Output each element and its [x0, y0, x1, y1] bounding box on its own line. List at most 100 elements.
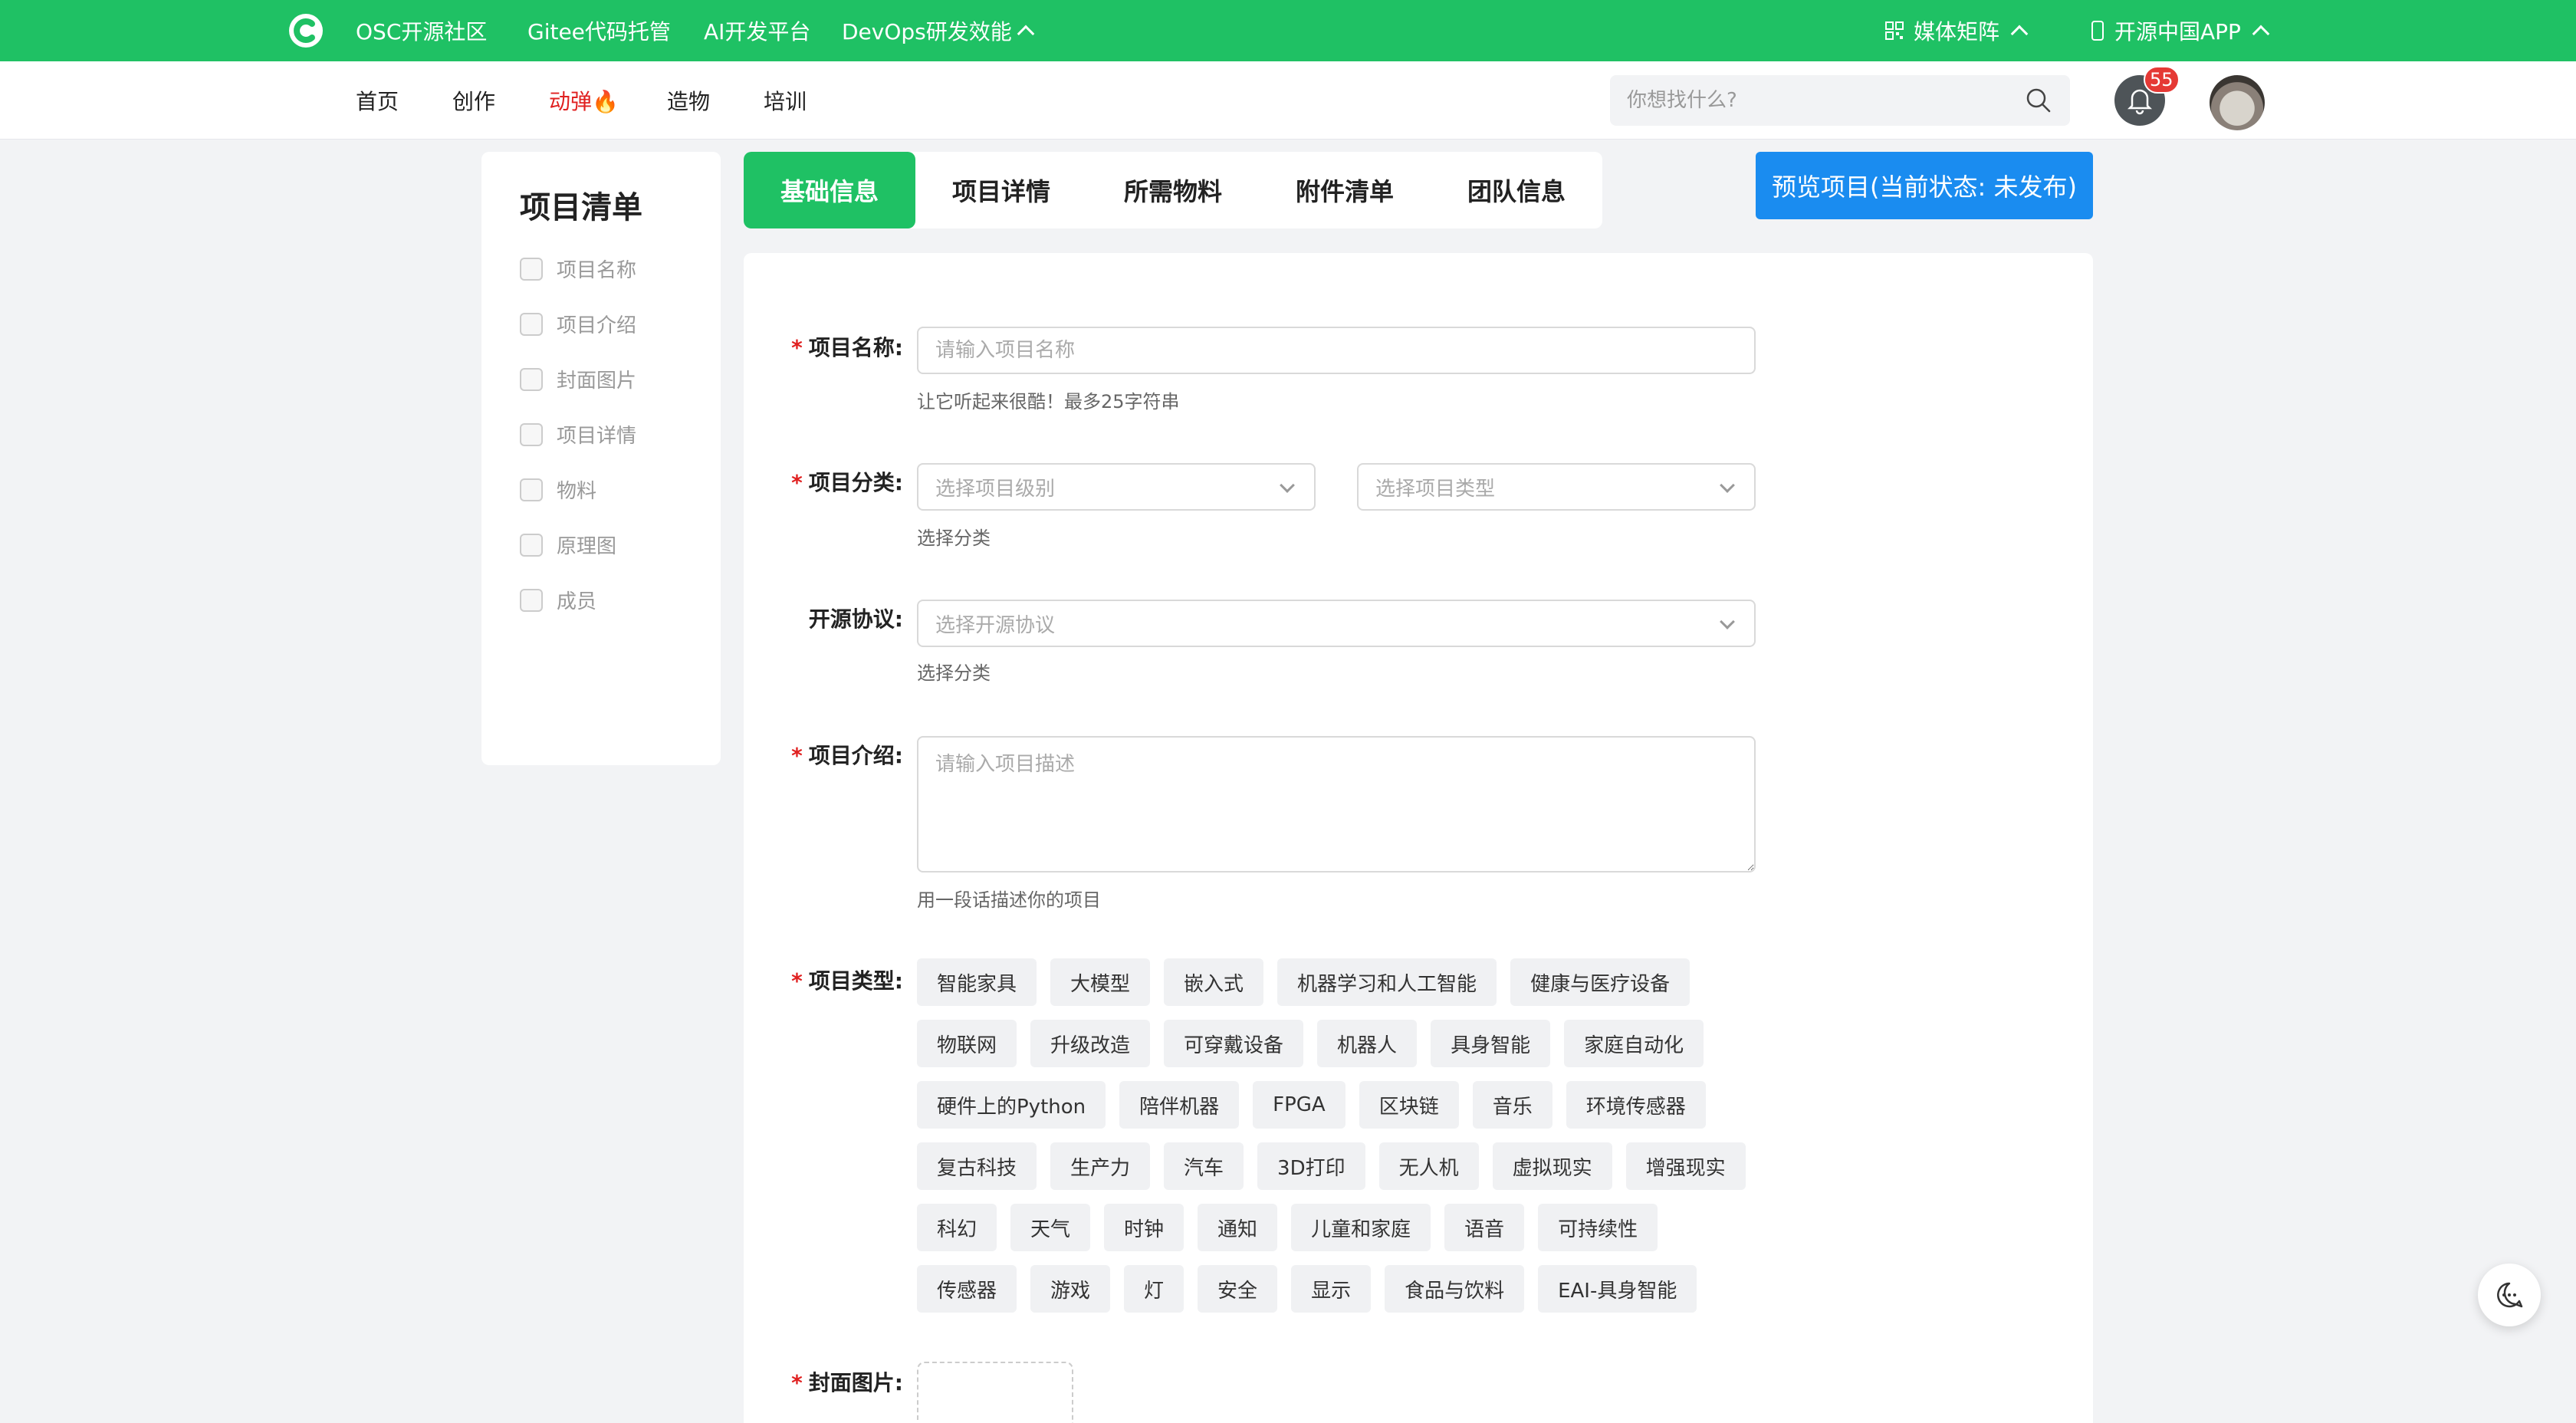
tag-option[interactable]: 智能家具	[917, 958, 1037, 1006]
tag-option[interactable]: 游戏	[1030, 1265, 1111, 1313]
tab-basic-info[interactable]: 基础信息	[744, 152, 915, 228]
notification-badge: 55	[2144, 66, 2180, 94]
tag-option[interactable]: 儿童和家庭	[1291, 1204, 1431, 1251]
tag-option[interactable]: 家庭自动化	[1564, 1020, 1704, 1067]
nav-create[interactable]: 创作	[452, 61, 495, 140]
cover-upload-area[interactable]	[917, 1362, 1073, 1423]
checklist-item[interactable]: 项目名称	[520, 255, 636, 283]
tag-option[interactable]: 机器人	[1317, 1020, 1418, 1067]
search-icon[interactable]	[2026, 87, 2052, 113]
tag-option[interactable]: 可穿戴设备	[1164, 1020, 1304, 1067]
project-category-label: * 项目分类:	[791, 470, 903, 495]
tag-option[interactable]: 环境传感器	[1566, 1081, 1706, 1129]
tag-option[interactable]: 传感器	[917, 1265, 1017, 1313]
osc-logo-icon[interactable]	[288, 13, 324, 48]
preview-project-button[interactable]: 预览项目(当前状态: 未发布)	[1756, 152, 2093, 219]
tag-option[interactable]: 时钟	[1104, 1204, 1184, 1251]
top-link-ai[interactable]: AI开发平台	[704, 0, 810, 61]
tag-option[interactable]: 灯	[1124, 1265, 1184, 1313]
tag-option[interactable]: 嵌入式	[1164, 958, 1264, 1006]
checkbox-icon[interactable]	[520, 367, 543, 391]
tag-option[interactable]: 科幻	[917, 1204, 997, 1251]
tag-option[interactable]: 复古科技	[917, 1142, 1037, 1190]
license-hint: 选择分类	[917, 662, 991, 684]
tag-option[interactable]: 生产力	[1050, 1142, 1151, 1190]
top-link-osc[interactable]: OSC开源社区	[356, 0, 487, 61]
tag-option[interactable]: EAI-具身智能	[1538, 1265, 1697, 1313]
checklist-item[interactable]: 物料	[520, 475, 596, 504]
project-category-hint: 选择分类	[917, 527, 991, 549]
tag-option[interactable]: 语音	[1444, 1204, 1525, 1251]
tag-option[interactable]: 升级改造	[1030, 1020, 1151, 1067]
tag-option[interactable]: 硬件上的Python	[917, 1081, 1106, 1129]
tag-option[interactable]: 健康与医疗设备	[1510, 958, 1691, 1006]
license-select[interactable]: 选择开源协议	[917, 600, 1756, 647]
tag-option[interactable]: 无人机	[1378, 1142, 1479, 1190]
top-media-matrix[interactable]: 媒体矩阵	[1884, 0, 2029, 61]
top-bar: OSC开源社区 Gitee代码托管 AI开发平台 DevOps研发效能 媒体矩阵…	[0, 0, 2576, 61]
checkbox-icon[interactable]	[520, 257, 543, 281]
checklist-item[interactable]: 项目详情	[520, 420, 636, 449]
tab-materials[interactable]: 所需物料	[1087, 152, 1259, 228]
tag-option[interactable]: 音乐	[1472, 1081, 1552, 1129]
project-level-select[interactable]: 选择项目级别	[917, 463, 1316, 511]
chevron-down-icon	[1720, 478, 1735, 493]
top-link-gitee[interactable]: Gitee代码托管	[527, 0, 671, 61]
chat-button[interactable]	[2478, 1264, 2541, 1326]
tag-option[interactable]: 区块链	[1359, 1081, 1459, 1129]
nav-make[interactable]: 造物	[667, 61, 710, 140]
tag-option[interactable]: FPGA	[1253, 1081, 1346, 1129]
project-type-label: * 项目类型:	[791, 968, 903, 994]
project-checklist: 项目清单 项目名称 项目介绍 封面图片 项目详情 物料 原理图 成员	[481, 152, 721, 765]
tag-option[interactable]: 增强现实	[1625, 1142, 1746, 1190]
project-name-label: * 项目名称:	[791, 335, 903, 360]
tag-option[interactable]: 陪伴机器	[1119, 1081, 1240, 1129]
tag-option[interactable]: 大模型	[1050, 958, 1151, 1006]
tag-option[interactable]: 虚拟现实	[1492, 1142, 1612, 1190]
nav-training[interactable]: 培训	[764, 61, 807, 140]
tag-option[interactable]: 安全	[1198, 1265, 1278, 1313]
nav-home[interactable]: 首页	[356, 61, 399, 140]
project-intro-hint: 用一段话描述你的项目	[917, 889, 1101, 911]
avatar[interactable]	[2210, 75, 2265, 130]
checkbox-icon[interactable]	[520, 422, 543, 446]
tab-attachments[interactable]: 附件清单	[1259, 152, 1431, 228]
cover-image-label: * 封面图片:	[791, 1370, 903, 1395]
tab-project-details[interactable]: 项目详情	[915, 152, 1087, 228]
chevron-up-icon	[2010, 25, 2029, 43]
tab-team-info[interactable]: 团队信息	[1431, 152, 1602, 228]
nav-tweets[interactable]: 动弹🔥	[549, 61, 619, 140]
tab-bar: 基础信息 项目详情 所需物料 附件清单 团队信息	[744, 152, 1602, 228]
chevron-up-icon	[2252, 25, 2270, 43]
tag-option[interactable]: 物联网	[917, 1020, 1017, 1067]
checklist-item[interactable]: 原理图	[520, 531, 616, 559]
checkbox-icon[interactable]	[520, 312, 543, 336]
project-name-hint: 让它听起来很酷！最多25字符串	[917, 391, 1180, 412]
tag-option[interactable]: 具身智能	[1431, 1020, 1551, 1067]
tag-option[interactable]: 显示	[1291, 1265, 1372, 1313]
top-app-download[interactable]: 开源中国APP	[2090, 0, 2270, 61]
license-label: 开源协议:	[808, 606, 903, 632]
tag-option[interactable]: 食品与饮料	[1385, 1265, 1525, 1313]
project-name-input[interactable]	[917, 327, 1756, 374]
checklist-item[interactable]: 封面图片	[520, 365, 636, 393]
tag-option[interactable]: 机器学习和人工智能	[1277, 958, 1497, 1006]
checklist-item[interactable]: 项目介绍	[520, 310, 636, 338]
qrcode-icon	[1885, 21, 1904, 40]
search-input[interactable]	[1610, 75, 2024, 126]
checkbox-icon[interactable]	[520, 588, 543, 612]
checklist-item[interactable]: 成员	[520, 586, 596, 614]
tag-option[interactable]: 通知	[1198, 1204, 1278, 1251]
chevron-up-icon	[1017, 25, 1035, 43]
checkbox-icon[interactable]	[520, 533, 543, 557]
tag-option[interactable]: 可持续性	[1538, 1204, 1658, 1251]
tag-option[interactable]: 3D打印	[1257, 1142, 1365, 1190]
top-link-devops[interactable]: DevOps研发效能	[842, 0, 1035, 61]
tag-option[interactable]: 汽车	[1164, 1142, 1244, 1190]
checkbox-icon[interactable]	[520, 478, 543, 501]
project-intro-textarea[interactable]	[917, 736, 1756, 873]
checklist-title: 项目清单	[520, 190, 642, 225]
project-type-select[interactable]: 选择项目类型	[1357, 463, 1756, 511]
search-box	[1610, 75, 2070, 126]
tag-option[interactable]: 天气	[1010, 1204, 1091, 1251]
